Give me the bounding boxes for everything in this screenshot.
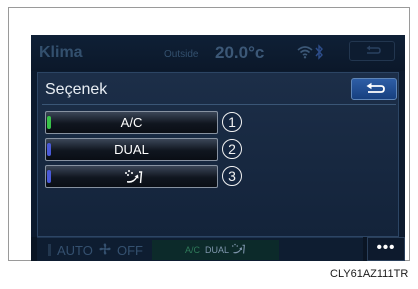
recirculation-status-icon	[232, 243, 245, 254]
outside-temperature: 20.0°c	[215, 43, 265, 62]
status-bar: Klima Outside 20.0°c	[31, 35, 405, 71]
recirculation-option-button[interactable]	[45, 165, 218, 188]
auto-indicator	[48, 244, 51, 256]
callout-3: 3	[222, 166, 242, 186]
ac-status-label: A/C	[185, 245, 201, 255]
dual-status-label: DUAL	[205, 245, 230, 255]
callout-1: 1	[222, 112, 242, 132]
divider	[42, 104, 396, 105]
panel-title: Seçenek	[45, 81, 108, 98]
recirculation-icon	[125, 170, 143, 184]
options-panel: Seçenek A/C DUAL 1 2 3	[37, 72, 399, 237]
back-arrow-icon	[366, 82, 385, 93]
ac-indicator	[47, 116, 51, 129]
ac-option-label: A/C	[120, 115, 143, 130]
more-options-button[interactable]: •••	[367, 237, 405, 261]
climate-status-strip: AUTO OFF A/C DUAL	[37, 237, 363, 261]
bottom-bar: AUTO OFF A/C DUAL •••	[31, 237, 405, 261]
screen-title: Klima	[39, 44, 83, 61]
back-button[interactable]	[351, 78, 397, 100]
figure-caption: CLY61AZ111TR	[330, 268, 409, 280]
display-screen: Klima Outside 20.0°c Seçenek A/C DUAL 1 …	[31, 35, 405, 261]
dual-indicator	[47, 143, 51, 156]
auto-label: AUTO	[57, 243, 93, 258]
wifi-icon	[297, 46, 313, 59]
fan-icon	[99, 243, 111, 255]
bluetooth-icon	[315, 44, 323, 60]
dual-option-button[interactable]: DUAL	[45, 138, 218, 161]
off-label: OFF	[117, 243, 143, 258]
callout-2: 2	[222, 139, 242, 159]
status-back-button	[349, 41, 395, 61]
recirculation-indicator	[47, 170, 51, 183]
back-arrow-icon	[366, 45, 381, 54]
dual-option-label: DUAL	[114, 142, 149, 157]
ac-option-button[interactable]: A/C	[45, 111, 218, 134]
outside-label: Outside	[164, 49, 199, 60]
figure-frame: Klima Outside 20.0°c Seçenek A/C DUAL 1 …	[8, 7, 410, 261]
